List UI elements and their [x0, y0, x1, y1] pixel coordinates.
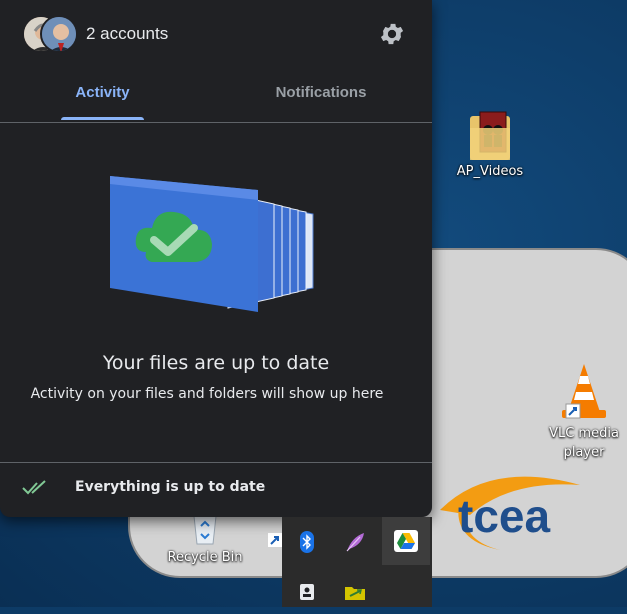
panel-tabs: Activity Notifications: [0, 70, 432, 122]
security-key-icon: [300, 583, 314, 600]
tray-item-security-key[interactable]: [284, 569, 330, 614]
avatar: [40, 15, 78, 53]
google-drive-icon: [394, 530, 418, 552]
ap-videos-label: AP_Videos: [456, 164, 524, 179]
feather-icon: [346, 532, 364, 551]
folder-sync-icon: [345, 586, 365, 600]
tab-notifications[interactable]: Notifications: [240, 70, 402, 122]
tabs-divider: [0, 122, 432, 123]
tab-notifications-label: Notifications: [275, 84, 367, 101]
empty-state-subtitle: Activity on your files and folders will …: [30, 386, 384, 402]
tray-overflow: [282, 517, 432, 607]
shortcut-arrow-icon: [268, 533, 282, 547]
files-synced-illustration: [110, 176, 314, 312]
tray-item-feather[interactable]: [332, 519, 378, 564]
tab-activity-label: Activity: [75, 84, 130, 101]
tray-item-google-drive[interactable]: [382, 517, 430, 565]
vlc-label: VLC media player: [549, 426, 619, 460]
vlc-cone-icon: [562, 364, 606, 419]
gear-icon[interactable]: [378, 20, 406, 48]
ap-videos-shortcut[interactable]: AP_Videos: [445, 110, 535, 181]
recycle-bin-label: Recycle Bin: [167, 550, 243, 565]
double-check-icon: [22, 480, 46, 495]
recycle-bin[interactable]: Recycle Bin: [160, 510, 250, 567]
sync-status-text: Everything is up to date: [75, 479, 266, 495]
vlc-shortcut[interactable]: VLC media player: [543, 360, 625, 462]
tab-activity[interactable]: Activity: [20, 70, 185, 122]
tcea-text: tcea: [458, 490, 550, 542]
account-avatars[interactable]: [22, 15, 80, 55]
status-divider: [0, 462, 432, 463]
tray-item-bluetooth[interactable]: [284, 519, 330, 564]
folder-icon: [470, 111, 510, 160]
tray-item-folder-sync[interactable]: [332, 569, 378, 614]
empty-state-title: Your files are up to date: [102, 352, 330, 374]
tcea-logo: tcea: [440, 476, 580, 550]
bluetooth-icon: [300, 530, 314, 553]
active-tab-indicator: [61, 117, 144, 120]
accounts-label[interactable]: 2 accounts: [86, 24, 168, 44]
panel-header: 2 accounts: [0, 0, 432, 70]
drive-activity-panel: 2 accounts Activity Notifications Your f…: [0, 0, 432, 517]
